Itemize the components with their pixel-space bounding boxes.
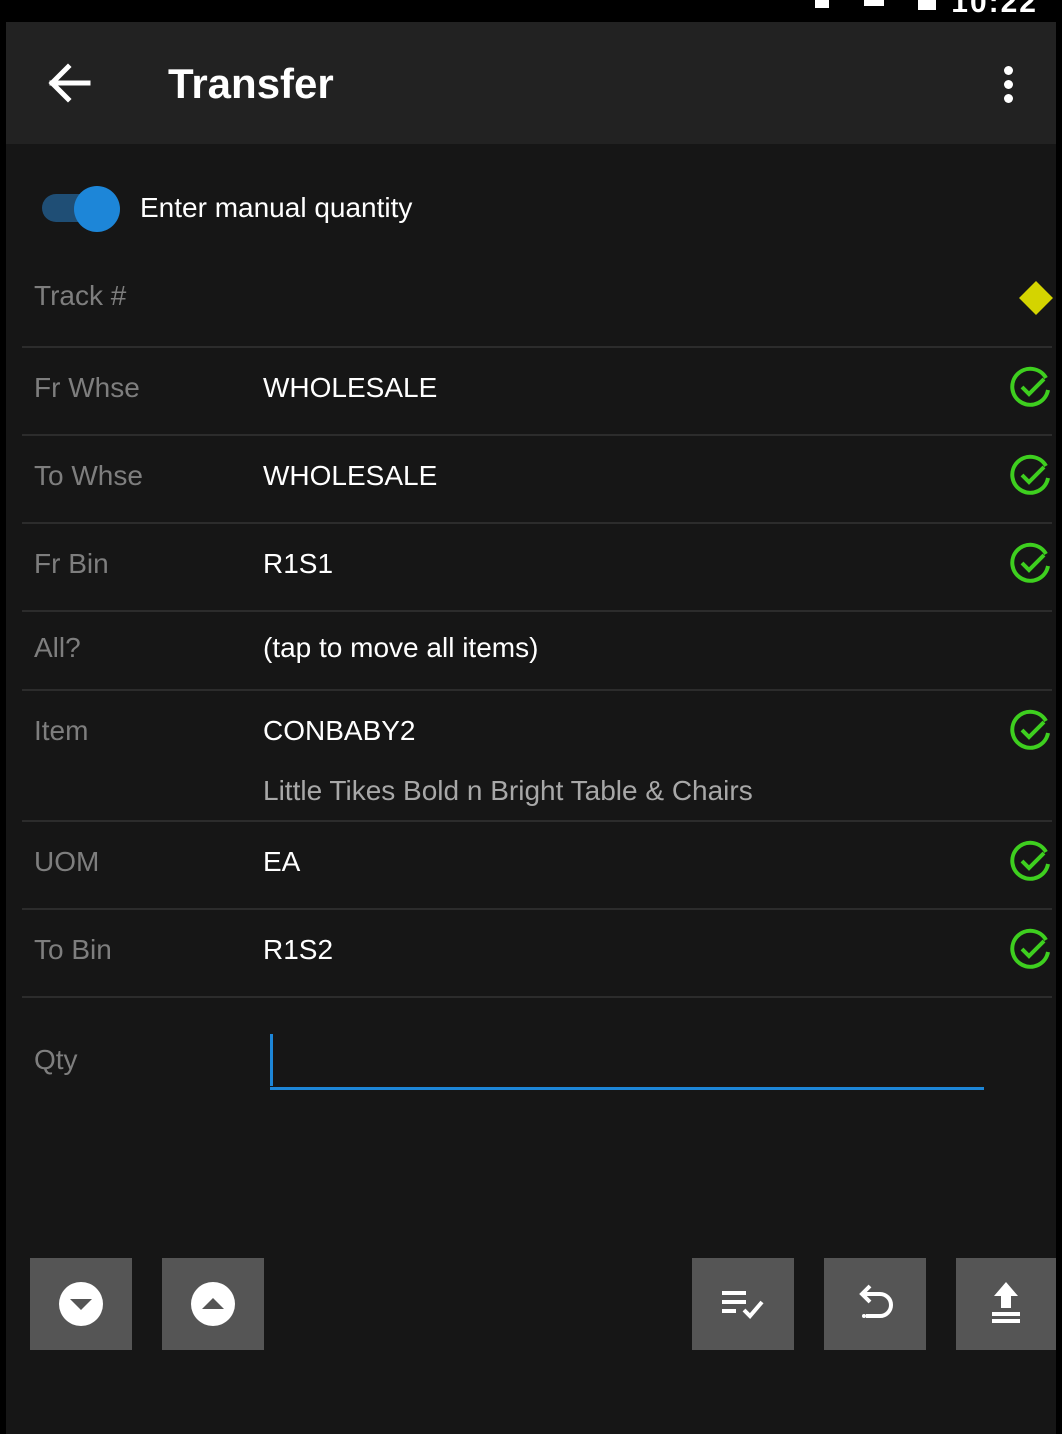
field-label: Track # xyxy=(34,280,127,311)
undo-button[interactable] xyxy=(824,1258,926,1350)
field-label: To Whse xyxy=(34,460,143,491)
field-value: CONBABY2 xyxy=(263,715,416,746)
manual-quantity-label: Enter manual quantity xyxy=(140,192,413,223)
field-value: EA xyxy=(263,846,301,877)
screen: 10:22 Transfer Enter manual quantity Tra… xyxy=(6,0,1056,1434)
check-circle-icon xyxy=(1010,928,1050,969)
field-value: WHOLESALE xyxy=(263,372,438,403)
page-title: Transfer xyxy=(168,60,334,107)
overflow-menu-button[interactable] xyxy=(980,50,1036,116)
required-diamond-icon xyxy=(1019,281,1053,315)
move-all-items-link[interactable]: (tap to move all items) xyxy=(263,632,538,664)
field-label: UOM xyxy=(34,846,100,877)
field-value: WHOLESALE xyxy=(263,460,438,491)
transfer-fields: Track # Fr Whse WHOLESALE To Whse WHOLES… xyxy=(22,254,1053,998)
field-value: R1S2 xyxy=(263,934,334,965)
previous-field-button[interactable] xyxy=(162,1258,264,1350)
field-value: R1S1 xyxy=(263,548,334,579)
field-row-fr-bin[interactable]: Fr Bin R1S1 xyxy=(22,524,1052,612)
text-caret xyxy=(270,1034,273,1086)
field-row-to-bin[interactable]: To Bin R1S2 xyxy=(22,910,1052,998)
check-circle-icon xyxy=(1010,366,1050,407)
status-bar: 10:22 xyxy=(6,0,1056,22)
wifi-icon xyxy=(815,0,830,8)
chevron-down-circle-icon xyxy=(59,1282,103,1326)
field-row-uom[interactable]: UOM EA xyxy=(22,822,1052,910)
field-label: Fr Whse xyxy=(34,372,140,403)
switch-thumb xyxy=(74,186,120,232)
back-button[interactable] xyxy=(36,50,102,116)
app-bar: Transfer xyxy=(6,22,1056,144)
review-button[interactable] xyxy=(692,1258,794,1350)
field-row-track[interactable]: Track # xyxy=(22,254,1053,348)
check-circle-icon xyxy=(1010,840,1050,881)
check-circle-icon xyxy=(1010,542,1050,583)
arrow-back-icon xyxy=(48,63,91,103)
manual-quantity-row: Enter manual quantity xyxy=(6,170,1056,246)
field-label: Fr Bin xyxy=(34,548,109,579)
manual-quantity-switch[interactable] xyxy=(42,186,120,232)
field-row-fr-whse[interactable]: Fr Whse WHOLESALE xyxy=(22,348,1052,436)
undo-icon xyxy=(859,1284,893,1318)
field-row-item[interactable]: Item CONBABY2 Little Tikes Bold n Bright… xyxy=(22,691,1052,822)
field-label: Item xyxy=(34,715,89,746)
check-circle-icon xyxy=(1010,454,1050,495)
status-time: 10:22 xyxy=(951,0,1038,19)
status-icons xyxy=(785,0,936,10)
chevron-up-circle-icon xyxy=(191,1282,235,1326)
qty-label: Qty xyxy=(34,1044,78,1075)
signal-icon xyxy=(863,0,884,6)
next-field-button[interactable] xyxy=(30,1258,132,1350)
item-description: Little Tikes Bold n Bright Table & Chair… xyxy=(263,775,753,806)
field-label: All? xyxy=(34,632,81,663)
upload-icon xyxy=(992,1282,1020,1323)
field-row-all[interactable]: All? (tap to move all items) xyxy=(22,612,1052,691)
check-circle-icon xyxy=(1010,709,1050,750)
battery-icon xyxy=(918,0,936,10)
playlist-check-icon xyxy=(722,1291,764,1319)
field-label: To Bin xyxy=(34,934,112,965)
field-row-to-whse[interactable]: To Whse WHOLESALE xyxy=(22,436,1052,524)
upload-button[interactable] xyxy=(956,1258,1056,1350)
qty-input[interactable] xyxy=(270,1030,984,1090)
